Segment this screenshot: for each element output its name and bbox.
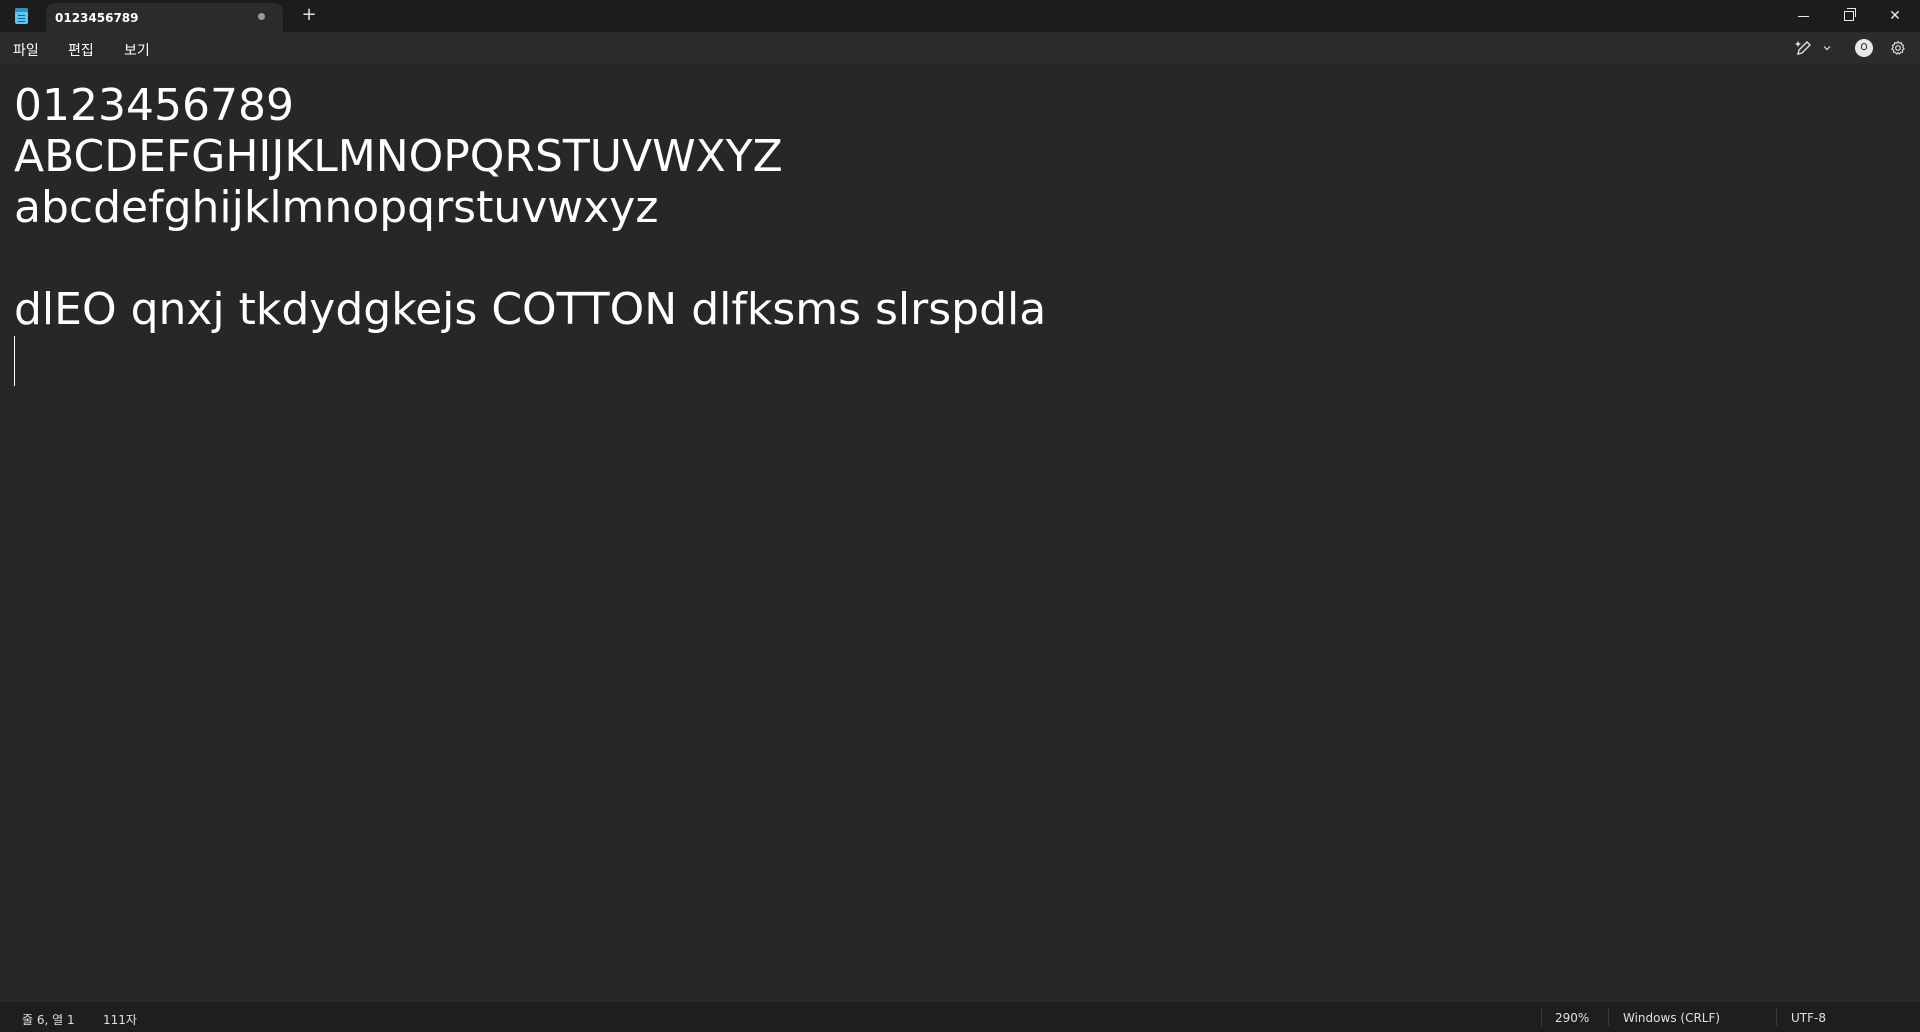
restore-button[interactable]	[1826, 0, 1872, 32]
text-caret	[14, 336, 15, 386]
character-count: 111자	[103, 1013, 137, 1027]
account-button[interactable]	[1855, 39, 1873, 57]
text-editor[interactable]: 0123456789 ABCDEFGHIJKLMNOPQRSTUVWXYZ ab…	[0, 64, 1920, 1002]
editor-line-3: abcdefghijklmnopqrstuvwxyz	[14, 182, 659, 233]
menu-bar: 파일 편집 보기	[0, 32, 1920, 64]
editor-line-5: dlEO qnxj tkdydgkejs COTTON dlfksms slrs…	[14, 284, 1047, 335]
notepad-icon	[15, 8, 28, 24]
settings-button[interactable]	[1889, 39, 1907, 57]
zoom-level[interactable]: 290%	[1555, 1011, 1589, 1025]
chevron-down-button[interactable]	[1820, 41, 1834, 55]
unsaved-indicator-icon[interactable]	[258, 13, 265, 20]
cursor-position: 줄 6, 열 1	[22, 1013, 75, 1027]
new-tab-button[interactable]: +	[300, 5, 318, 25]
restore-icon	[1844, 8, 1856, 21]
minimize-icon	[1797, 15, 1809, 17]
account-icon	[1855, 39, 1873, 57]
tab-document[interactable]: 0123456789	[46, 3, 283, 32]
menu-file[interactable]: 파일	[13, 40, 39, 60]
title-bar: 0123456789 + ✕	[0, 0, 1920, 32]
menu-view[interactable]: 보기	[124, 40, 150, 60]
status-divider	[1608, 1008, 1609, 1026]
encoding[interactable]: UTF-8	[1791, 1011, 1826, 1025]
editor-line-2: ABCDEFGHIJKLMNOPQRSTUVWXYZ	[14, 131, 783, 182]
close-button[interactable]: ✕	[1872, 0, 1918, 32]
status-divider	[1541, 1008, 1542, 1026]
copilot-pen-icon	[1795, 41, 1811, 55]
status-bar: 줄 6, 열 1 111자 290% Windows (CRLF) UTF-8	[0, 1002, 1920, 1032]
status-divider	[1776, 1008, 1777, 1026]
minimize-button[interactable]	[1780, 0, 1826, 32]
tab-title: 0123456789	[55, 11, 139, 25]
menu-edit[interactable]: 편집	[68, 40, 94, 60]
line-ending[interactable]: Windows (CRLF)	[1623, 1011, 1720, 1025]
editor-line-1: 0123456789	[14, 80, 294, 131]
copilot-pen-button[interactable]	[1794, 39, 1814, 57]
settings-icon	[1891, 40, 1905, 55]
chevron-down-icon	[1823, 46, 1831, 51]
